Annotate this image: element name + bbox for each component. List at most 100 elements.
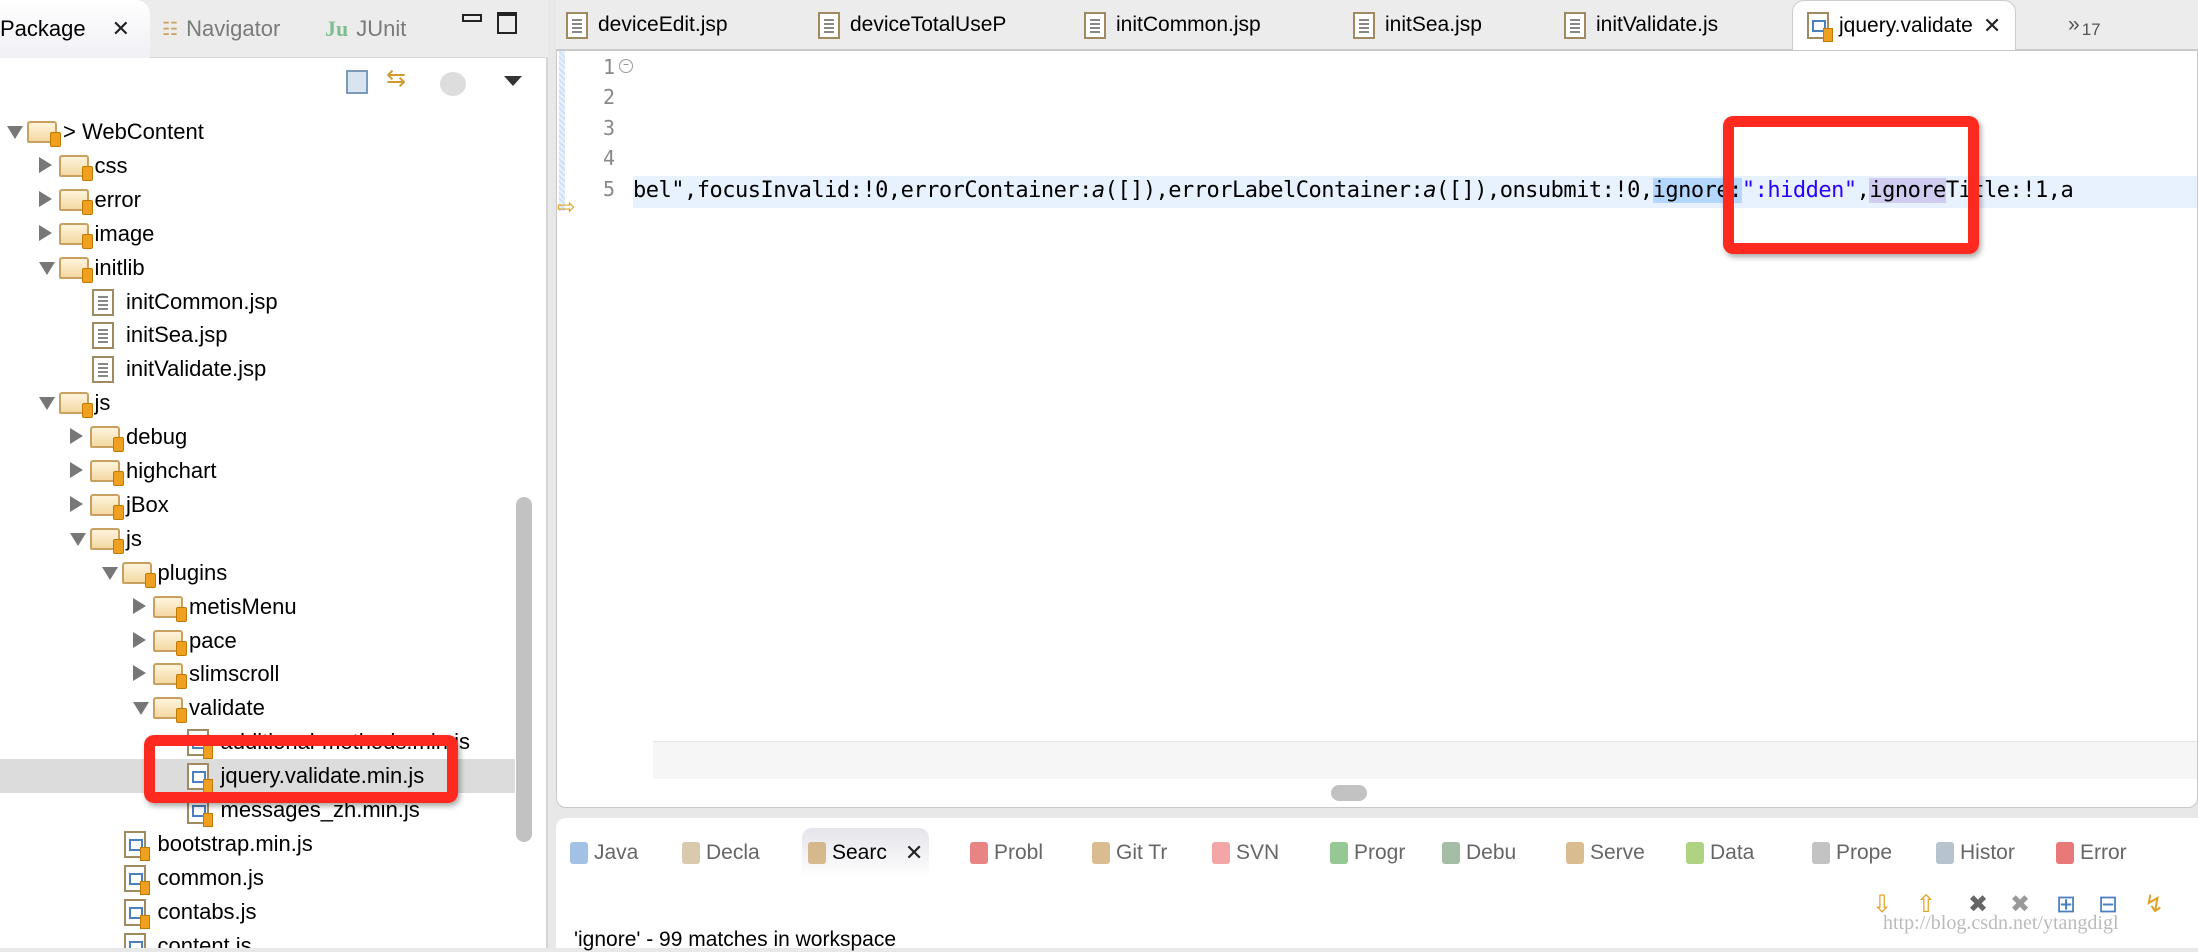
- folder-icon: [90, 493, 124, 520]
- tab-progr[interactable]: Progr: [1330, 828, 1405, 878]
- tree-folder[interactable]: highchart: [0, 454, 515, 488]
- folder-icon: [58, 392, 93, 419]
- tab-java[interactable]: Java: [570, 828, 638, 878]
- tree-folder[interactable]: pace: [0, 624, 515, 658]
- editor-tab[interactable]: initCommon.jsp: [1084, 0, 1261, 50]
- close-icon[interactable]: ✕: [112, 16, 130, 42]
- tab-debu[interactable]: Debu: [1442, 828, 1516, 878]
- tab-searc[interactable]: Searc ✕: [802, 828, 930, 878]
- tree-file[interactable]: initCommon.jsp: [0, 285, 515, 319]
- horizontal-scrollbar-thumb[interactable]: [1331, 785, 1367, 801]
- tree-folder[interactable]: plugins: [0, 556, 515, 590]
- expanded-arrow-icon[interactable]: [38, 261, 55, 275]
- editor-tab[interactable]: jquery.validate ✕: [1792, 0, 2017, 50]
- tab-label: JUnit: [356, 16, 407, 41]
- tree-folder[interactable]: jBox: [0, 488, 515, 522]
- jsp-file-icon: [1084, 11, 1106, 39]
- tree-folder[interactable]: debug: [0, 420, 515, 454]
- package-explorer-panel: Package ✕ ☷ Navigator Ju JUnit ⇆ > WebCo…: [0, 0, 548, 948]
- tree-file[interactable]: bootstrap.min.js: [0, 827, 515, 861]
- tree-folder[interactable]: initlib: [0, 251, 515, 285]
- view-menu-icon[interactable]: [504, 76, 522, 86]
- minimize-icon[interactable]: [462, 14, 482, 22]
- folder-icon: [153, 595, 187, 622]
- tree-file[interactable]: contabs.js: [0, 895, 515, 929]
- view-icon: [808, 842, 826, 864]
- maximize-icon[interactable]: [497, 12, 517, 34]
- collapsed-arrow-icon[interactable]: [70, 495, 83, 512]
- collapsed-arrow-icon[interactable]: [38, 224, 52, 241]
- collapsed-arrow-icon[interactable]: [70, 428, 83, 445]
- view-icon: [1212, 842, 1230, 864]
- tree-folder[interactable]: error: [0, 183, 515, 217]
- tree-file[interactable]: initSea.jsp: [0, 318, 515, 352]
- tab-label: Navigator: [186, 16, 281, 41]
- tree-file[interactable]: initValidate.jsp: [0, 352, 515, 386]
- tab-label: Error: [2080, 841, 2127, 864]
- tab-label: Prope: [1836, 841, 1893, 864]
- collapsed-arrow-icon[interactable]: [38, 156, 52, 173]
- tab-data[interactable]: Data: [1686, 828, 1754, 878]
- refresh-search-icon[interactable]: ↯: [2144, 890, 2164, 919]
- tab-svn[interactable]: SVN: [1212, 828, 1279, 878]
- tab-serve[interactable]: Serve: [1566, 828, 1645, 878]
- fold-icon[interactable]: −: [619, 59, 633, 73]
- tab-navigator[interactable]: ☷ Navigator: [162, 0, 280, 58]
- tree-folder[interactable]: slimscroll: [0, 657, 515, 691]
- tab-prope[interactable]: Prope: [1812, 828, 1892, 878]
- tab-package-explorer[interactable]: Package ✕: [0, 0, 150, 58]
- collapsed-arrow-icon[interactable]: [133, 665, 146, 682]
- view-icon: [1686, 842, 1704, 864]
- collapsed-arrow-icon[interactable]: [38, 190, 52, 207]
- tab-probl[interactable]: Probl: [970, 828, 1043, 878]
- folder-icon: [27, 121, 61, 147]
- link-with-editor-icon[interactable]: ⇆: [386, 64, 406, 93]
- tree-folder[interactable]: js: [0, 386, 515, 420]
- editor-tab[interactable]: deviceTotalUseP: [818, 0, 1006, 50]
- tree-folder[interactable]: image: [0, 217, 515, 251]
- expanded-arrow-icon[interactable]: [133, 702, 149, 716]
- editor-tab[interactable]: initValidate.js: [1564, 0, 1718, 50]
- tree-item-label: jBox: [126, 491, 169, 517]
- tab-histor[interactable]: Histor: [1936, 828, 2015, 878]
- collapsed-arrow-icon[interactable]: [133, 631, 146, 648]
- collapsed-arrow-icon[interactable]: [133, 597, 146, 614]
- tree-item-label: plugins: [157, 559, 228, 585]
- editor-tab[interactable]: deviceEdit.jsp: [566, 0, 728, 50]
- line-number: 3: [602, 115, 615, 140]
- editor-tab[interactable]: initSea.jsp: [1353, 0, 1482, 50]
- filter-icon[interactable]: [440, 72, 466, 96]
- tree-folder[interactable]: css: [0, 149, 515, 183]
- tab-git-tr[interactable]: Git Tr: [1092, 828, 1167, 878]
- tab-decla[interactable]: Decla: [682, 828, 760, 878]
- tab-label: Decla: [706, 841, 760, 864]
- collapsed-arrow-icon[interactable]: [70, 462, 83, 478]
- tree-item-label: > WebContent: [63, 119, 204, 144]
- horizontal-scrollbar[interactable]: [653, 741, 2197, 779]
- expanded-arrow-icon[interactable]: [70, 532, 86, 546]
- folder-icon: [90, 460, 124, 486]
- tab-junit[interactable]: Ju JUnit: [325, 0, 406, 58]
- tree-file[interactable]: common.js: [0, 861, 515, 895]
- tree-scrollbar-thumb[interactable]: [516, 497, 532, 842]
- tree-item-label: contabs.js: [157, 898, 257, 924]
- collapse-all-icon[interactable]: [346, 70, 368, 94]
- tree-folder[interactable]: validate: [0, 691, 515, 725]
- tree-item-label: initlib: [94, 254, 145, 280]
- tree-file[interactable]: content.js: [0, 929, 515, 948]
- tree-folder[interactable]: metisMenu: [0, 590, 515, 624]
- more-tabs-button[interactable]: » 17: [2068, 0, 2101, 50]
- expanded-arrow-icon[interactable]: [101, 566, 118, 580]
- close-icon[interactable]: ✕: [1983, 13, 2001, 39]
- folder-icon: [58, 256, 93, 283]
- chevron-double-right-icon: »: [2068, 13, 2080, 36]
- tab-label: Java: [594, 841, 639, 864]
- tab-error[interactable]: Error: [2056, 828, 2127, 878]
- expanded-arrow-icon[interactable]: [7, 126, 23, 139]
- close-icon[interactable]: ✕: [905, 840, 923, 866]
- tree-folder[interactable]: > WebContent: [0, 115, 515, 149]
- jsp-file-icon: [92, 356, 114, 384]
- code-editor[interactable]: 12345 ⇨ − bel",focusInvalid:!0,errorCont…: [556, 50, 2198, 808]
- tree-folder[interactable]: js: [0, 522, 515, 556]
- expanded-arrow-icon[interactable]: [38, 397, 55, 411]
